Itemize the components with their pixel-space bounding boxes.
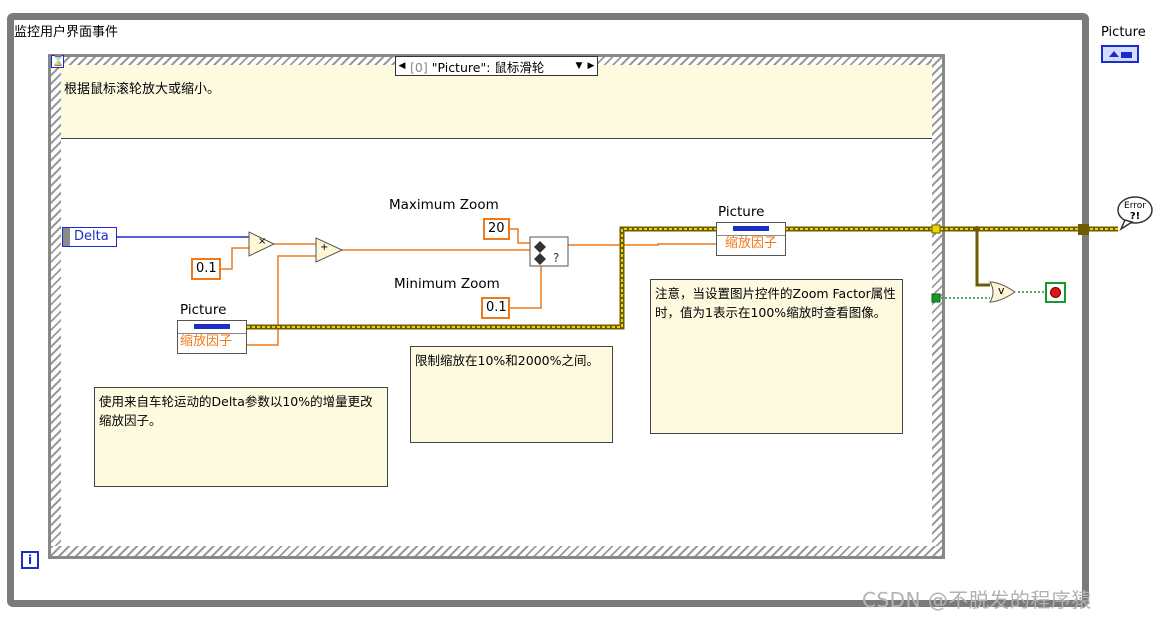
wire-max: [510, 228, 530, 244]
in-range-coerce-node: [529, 236, 569, 267]
svg-text:?: ?: [553, 251, 559, 265]
wire-prop-add: [247, 255, 316, 346]
tunnel-bool: [931, 293, 941, 303]
or-symbol: v: [998, 284, 1005, 297]
error-icon: Error ?!: [1117, 196, 1153, 231]
add-symbol: +: [320, 242, 329, 253]
property-node-read[interactable]: 缩放因子: [177, 320, 247, 354]
property-read-field: 缩放因子: [180, 334, 233, 349]
limit-comment: 限制缩放在10%和2000%之间。: [410, 346, 613, 443]
wire-min: [510, 266, 542, 309]
note-comment: 注意，当设置图片控件的Zoom Factor属性时，值为1表示在100%缩放时查…: [650, 279, 903, 434]
delta-label: Delta: [74, 229, 109, 244]
max-zoom-label: Maximum Zoom: [389, 197, 499, 213]
picture-icon: [1109, 51, 1132, 58]
factor-constant[interactable]: 0.1: [191, 258, 221, 280]
min-zoom-constant[interactable]: 0.1: [481, 297, 510, 319]
wire-error-status: [975, 229, 990, 287]
delta-comment: 使用来自车轮运动的Delta参数以10%的增量更改缩放因子。: [94, 387, 388, 487]
tunnel-error-out: [1078, 224, 1089, 235]
picture-control-label: Picture: [1101, 25, 1146, 40]
stop-icon: [1050, 287, 1061, 298]
wiring-diagram: ?: [117, 224, 1118, 346]
property-write-label: Picture: [718, 204, 765, 220]
delta-node-bar: [63, 228, 70, 246]
property-write-field: 缩放因子: [725, 236, 778, 251]
wire-coerce-write: [568, 243, 716, 246]
svg-text:?!: ?!: [1130, 211, 1140, 222]
property-node-header: [717, 223, 785, 236]
error-out-terminal[interactable]: Error ?!: [1115, 194, 1155, 232]
iteration-terminal: i: [21, 551, 39, 569]
max-zoom-constant[interactable]: 20: [483, 218, 510, 240]
tunnel-error-in: [931, 224, 941, 234]
property-read-label: Picture: [180, 302, 227, 318]
picture-control-terminal[interactable]: [1101, 45, 1139, 63]
watermark: CSDN @不脱发的程序猿: [862, 588, 1092, 612]
error-label: Error: [1124, 201, 1146, 211]
property-node-write[interactable]: 缩放因子: [716, 222, 786, 256]
wire-factor: [221, 247, 250, 270]
min-zoom-label: Minimum Zoom: [394, 276, 500, 292]
multiply-symbol: ×: [258, 236, 267, 247]
wire-junction: [974, 226, 980, 232]
property-node-header: [178, 321, 246, 334]
